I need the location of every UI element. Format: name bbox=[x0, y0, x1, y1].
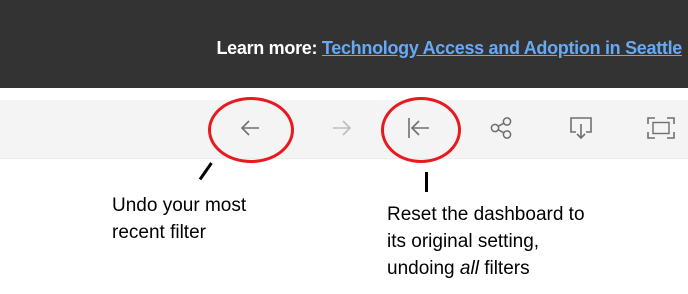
redo-button[interactable] bbox=[322, 108, 362, 148]
revert-highlight-circle bbox=[381, 97, 461, 163]
banner-text: Learn more: Technology Access and Adopti… bbox=[216, 38, 682, 58]
download-icon bbox=[570, 117, 592, 140]
reset-callout-line: undoing all filters bbox=[387, 255, 585, 282]
reset-callout-emphasis: all bbox=[459, 258, 479, 279]
undo-callout-line: recent filter bbox=[112, 222, 206, 243]
undo-highlight-circle bbox=[208, 97, 294, 163]
reset-callout: Reset the dashboard to its original sett… bbox=[387, 201, 585, 282]
banner-link[interactable]: Technology Access and Adoption in Seattl… bbox=[322, 38, 682, 58]
fullscreen-button[interactable] bbox=[641, 108, 681, 148]
reset-callout-line: Reset the dashboard to bbox=[387, 204, 585, 225]
download-button[interactable] bbox=[561, 108, 601, 148]
banner-prefix: Learn more: bbox=[216, 38, 322, 58]
reset-callout-text: undoing bbox=[387, 258, 460, 279]
fullscreen-icon bbox=[647, 117, 675, 139]
top-banner: Learn more: Technology Access and Adopti… bbox=[0, 0, 688, 88]
undo-callout: Undo your most recent filter bbox=[112, 192, 246, 246]
dashboard-toolbar bbox=[0, 100, 688, 159]
undo-callout-line: Undo your most bbox=[112, 195, 247, 216]
share-button[interactable] bbox=[481, 108, 521, 148]
share-icon bbox=[490, 117, 512, 139]
undo-pointer-line bbox=[198, 162, 213, 181]
reset-callout-text: filters bbox=[478, 258, 530, 279]
arrow-right-icon bbox=[333, 120, 352, 136]
reset-callout-line: its original setting, bbox=[387, 231, 540, 252]
revert-pointer-line bbox=[425, 172, 428, 192]
